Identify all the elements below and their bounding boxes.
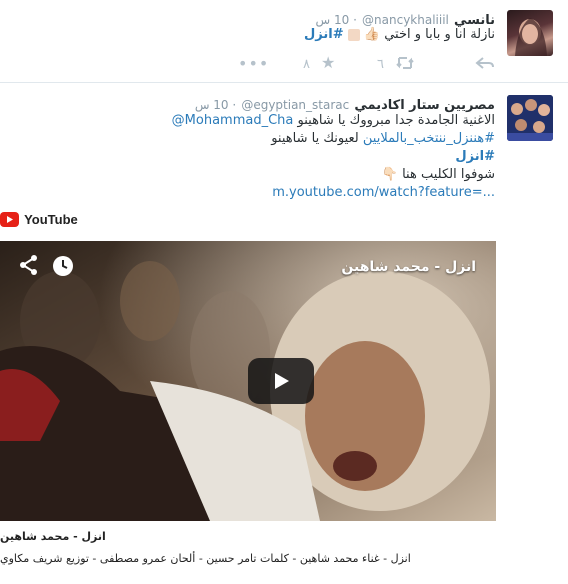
tweet2-timestamp[interactable]: · 10 س bbox=[195, 98, 236, 112]
watch-later-icon[interactable] bbox=[51, 254, 75, 282]
play-button[interactable] bbox=[248, 358, 314, 404]
youtube-caption-title[interactable]: انزل - محمد شاهين bbox=[0, 530, 120, 543]
tweet2-line1: الاغنية الجامدة جدا مبرووك يا شاهينو bbox=[297, 113, 495, 128]
tweet2-youtube-link[interactable]: m.youtube.com/watch?feature=... bbox=[272, 185, 495, 200]
play-icon bbox=[275, 373, 289, 389]
tweet2-author-handle[interactable]: @egyptian_starac bbox=[241, 98, 349, 112]
tweet1-text-body: نازلة انا و بابا و اختي 👍🏻 bbox=[363, 27, 495, 42]
tweet1-favorite-count: ٨ bbox=[303, 57, 310, 72]
tweet1-retweet-count: ٦ bbox=[377, 57, 384, 72]
tweet2-line4: شوفوا الكليب هنا 👇🏻 bbox=[381, 167, 495, 182]
tweet2-line2-text: لعيونك يا شاهينو bbox=[271, 131, 359, 146]
tweet2-hashtag-enzel[interactable]: #انزل bbox=[455, 149, 495, 164]
retweet-icon[interactable] bbox=[395, 55, 415, 74]
youtube-caption-description: انزل - غناء محمد شاهين - كلمات تامر حسين… bbox=[0, 552, 411, 565]
tweet1-text: نازلة انا و بابا و اختي 👍🏻 #انزل bbox=[165, 26, 495, 44]
tweet1-author-handle[interactable]: @nancykhaliiil bbox=[362, 13, 449, 27]
avatar-starac-image bbox=[507, 95, 553, 141]
video-title-overlay[interactable]: انزل - محمد شاهين bbox=[341, 259, 476, 275]
youtube-video-player[interactable]: انزل - محمد شاهين bbox=[0, 241, 496, 521]
emoji-placeholder bbox=[347, 28, 360, 41]
youtube-brand-label: YouTube bbox=[24, 212, 78, 227]
youtube-play-logo-icon bbox=[0, 212, 19, 227]
tweet2-author-name[interactable]: مصريين ستار اكاديمي bbox=[354, 98, 495, 113]
youtube-brand[interactable]: YouTube bbox=[0, 209, 78, 227]
more-actions-icon[interactable]: ••• bbox=[238, 54, 269, 73]
tweet-divider bbox=[0, 82, 568, 83]
avatar-nancy[interactable] bbox=[507, 10, 553, 56]
tweet1-timestamp[interactable]: · 10 س bbox=[316, 13, 357, 27]
reply-icon[interactable] bbox=[475, 55, 495, 74]
share-icon[interactable] bbox=[18, 254, 40, 280]
tweet2-mention[interactable]: @Mohammad_Cha bbox=[172, 113, 294, 128]
avatar-nancy-image bbox=[515, 18, 547, 56]
tweet2-text: الاغنية الجامدة جدا مبرووك يا شاهينو @Mo… bbox=[135, 112, 495, 202]
tweet2-header: مصريين ستار اكاديمي @egyptian_starac · 1… bbox=[135, 94, 495, 113]
tweet2-hashtag-vote[interactable]: #هننزل_ننتخب_بالملايين bbox=[363, 131, 495, 146]
tweet1-header: نانسي @nancykhaliiil · 10 س bbox=[195, 9, 495, 28]
favorite-icon[interactable]: ★ bbox=[321, 53, 335, 72]
avatar-egyptian-starac[interactable] bbox=[507, 95, 553, 141]
tweet1-hashtag[interactable]: #انزل bbox=[304, 27, 344, 42]
